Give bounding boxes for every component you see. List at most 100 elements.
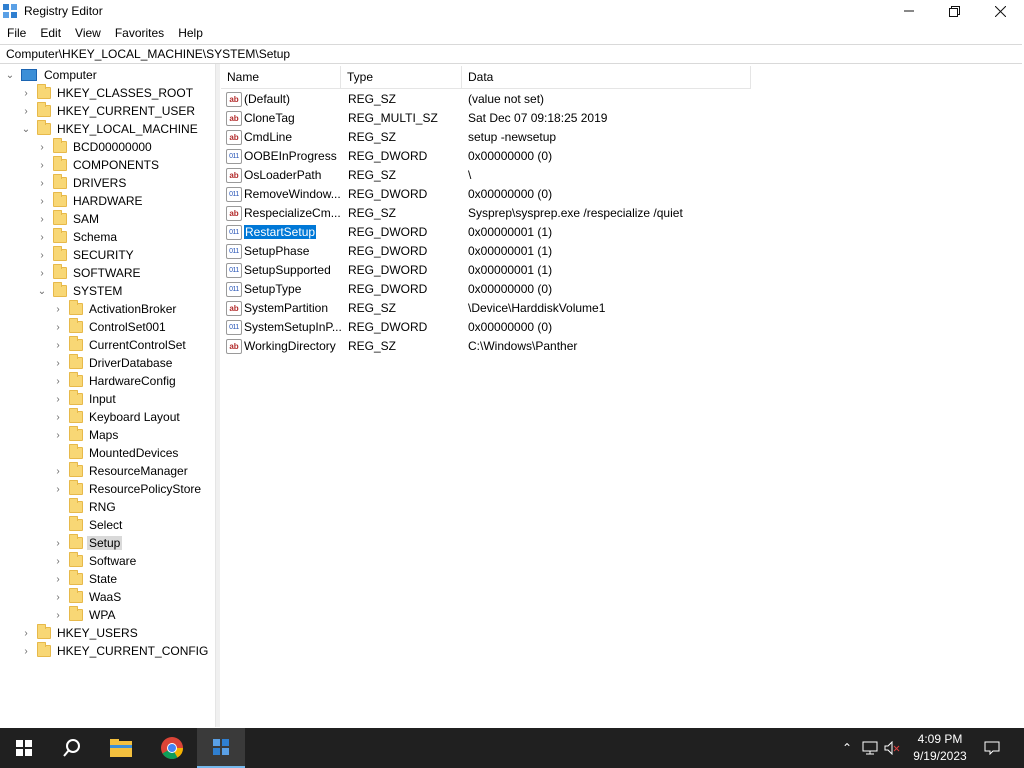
show-hidden-icons-button[interactable]: ⌃: [838, 728, 856, 768]
minimize-button[interactable]: [886, 0, 932, 22]
value-row-selected[interactable]: 011 RestartSetup REG_DWORD 0x00000001 (1…: [221, 223, 781, 242]
tree-item-setup[interactable]: › Setup: [53, 534, 123, 552]
menu-favorites[interactable]: Favorites: [108, 23, 171, 43]
pane-splitter[interactable]: [216, 64, 220, 727]
column-header-name[interactable]: Name: [221, 66, 341, 88]
value-row[interactable]: ab WorkingDirectory REG_SZ C:\Windows\Pa…: [221, 337, 781, 356]
system-clock[interactable]: 4:09 PM 9/19/2023: [900, 731, 980, 765]
tree-item-hkcr[interactable]: › HKEY_CLASSES_ROOT: [21, 84, 195, 102]
column-header-data[interactable]: Data: [462, 66, 751, 88]
tree-item-keyboard-layout[interactable]: › Keyboard Layout: [53, 408, 182, 426]
chevron-right-icon[interactable]: ›: [53, 610, 63, 621]
tree-item-activationbroker[interactable]: › ActivationBroker: [53, 300, 178, 318]
chevron-right-icon[interactable]: ›: [53, 466, 63, 477]
chevron-right-icon[interactable]: ›: [53, 376, 63, 387]
action-center-button[interactable]: [980, 728, 1004, 768]
chevron-right-icon[interactable]: ›: [37, 178, 47, 189]
menu-help[interactable]: Help: [171, 23, 210, 43]
tree-item-hardwareconfig[interactable]: › HardwareConfig: [53, 372, 178, 390]
tree-item-bcd[interactable]: › BCD00000000: [37, 138, 154, 156]
value-row[interactable]: 011 SetupPhase REG_DWORD 0x00000001 (1): [221, 242, 781, 261]
tree-item-resourcepolicystore[interactable]: › ResourcePolicyStore: [53, 480, 203, 498]
chevron-right-icon[interactable]: ›: [53, 574, 63, 585]
chevron-right-icon[interactable]: ›: [53, 484, 63, 495]
restore-button[interactable]: [931, 0, 977, 22]
tree-item-rng[interactable]: RNG: [53, 498, 118, 516]
tree-item-hklm[interactable]: ⌄ HKEY_LOCAL_MACHINE: [21, 120, 200, 138]
value-row[interactable]: 011 SetupSupported REG_DWORD 0x00000001 …: [221, 261, 781, 280]
tree-item-controlset001[interactable]: › ControlSet001: [53, 318, 168, 336]
tree-item-drivers[interactable]: › DRIVERS: [37, 174, 128, 192]
chevron-right-icon[interactable]: ›: [37, 196, 47, 207]
value-row[interactable]: 011 OOBEInProgress REG_DWORD 0x00000000 …: [221, 147, 781, 166]
chrome-button[interactable]: [148, 728, 196, 768]
chevron-right-icon[interactable]: ›: [53, 556, 63, 567]
tree-item-state[interactable]: › State: [53, 570, 119, 588]
start-button[interactable]: [0, 728, 48, 768]
registry-editor-taskbar-button[interactable]: [197, 728, 245, 768]
tree-item-security[interactable]: › SECURITY: [37, 246, 136, 264]
chevron-right-icon[interactable]: ›: [53, 592, 63, 603]
address-bar[interactable]: Computer\HKEY_LOCAL_MACHINE\SYSTEM\Setup: [0, 44, 1022, 64]
tree-item-currentcontrolset[interactable]: › CurrentControlSet: [53, 336, 188, 354]
chevron-down-icon[interactable]: ⌄: [21, 124, 31, 135]
tree-item-hardware[interactable]: › HARDWARE: [37, 192, 145, 210]
chevron-down-icon[interactable]: ⌄: [5, 70, 15, 81]
address-path[interactable]: Computer\HKEY_LOCAL_MACHINE\SYSTEM\Setup: [6, 47, 290, 61]
chevron-right-icon[interactable]: ›: [21, 106, 31, 117]
chevron-right-icon[interactable]: ›: [37, 250, 47, 261]
chevron-right-icon[interactable]: ›: [53, 538, 63, 549]
tree-item-maps[interactable]: › Maps: [53, 426, 120, 444]
chevron-right-icon[interactable]: ›: [37, 232, 47, 243]
value-row[interactable]: 011 RemoveWindow... REG_DWORD 0x00000000…: [221, 185, 781, 204]
chevron-right-icon[interactable]: ›: [53, 322, 63, 333]
tree-item-hkcc[interactable]: › HKEY_CURRENT_CONFIG: [21, 642, 210, 660]
values-list[interactable]: Name Type Data ab (Default) REG_SZ (valu…: [221, 64, 1024, 727]
tree-item-hku[interactable]: › HKEY_USERS: [21, 624, 140, 642]
value-row[interactable]: ab (Default) REG_SZ (value not set): [221, 90, 781, 109]
chevron-right-icon[interactable]: ›: [21, 646, 31, 657]
menu-file[interactable]: File: [0, 23, 33, 43]
chevron-right-icon[interactable]: ›: [53, 394, 63, 405]
menu-edit[interactable]: Edit: [33, 23, 68, 43]
value-row[interactable]: ab OsLoaderPath REG_SZ \: [221, 166, 781, 185]
tree-item-computer[interactable]: ⌄ Computer: [5, 66, 99, 84]
tree-item-software[interactable]: › SOFTWARE: [37, 264, 143, 282]
value-row[interactable]: ab CmdLine REG_SZ setup -newsetup: [221, 128, 781, 147]
close-button[interactable]: [977, 0, 1023, 22]
value-row[interactable]: ab SystemPartition REG_SZ \Device\Harddi…: [221, 299, 781, 318]
chevron-down-icon[interactable]: ⌄: [37, 286, 47, 297]
value-row[interactable]: ab RespecializeCm... REG_SZ Sysprep\sysp…: [221, 204, 781, 223]
value-row[interactable]: ab CloneTag REG_MULTI_SZ Sat Dec 07 09:1…: [221, 109, 781, 128]
chevron-right-icon[interactable]: ›: [21, 628, 31, 639]
chevron-right-icon[interactable]: ›: [37, 142, 47, 153]
tree-item-driverdatabase[interactable]: › DriverDatabase: [53, 354, 174, 372]
tree-item-components[interactable]: › COMPONENTS: [37, 156, 161, 174]
column-header-type[interactable]: Type: [341, 66, 462, 88]
chevron-right-icon[interactable]: ›: [53, 412, 63, 423]
chevron-right-icon[interactable]: ›: [53, 358, 63, 369]
chevron-right-icon[interactable]: ›: [37, 214, 47, 225]
tree-item-select[interactable]: Select: [53, 516, 124, 534]
chevron-right-icon[interactable]: ›: [53, 430, 63, 441]
tree-item-input[interactable]: › Input: [53, 390, 118, 408]
volume-button[interactable]: [882, 728, 902, 768]
value-row[interactable]: 011 SystemSetupInP... REG_DWORD 0x000000…: [221, 318, 781, 337]
chevron-right-icon[interactable]: ›: [21, 88, 31, 99]
tree-item-sam[interactable]: › SAM: [37, 210, 101, 228]
search-button[interactable]: [48, 728, 96, 768]
chevron-right-icon[interactable]: ›: [53, 304, 63, 315]
chevron-right-icon[interactable]: ›: [37, 160, 47, 171]
tree-item-system[interactable]: ⌄ SYSTEM: [37, 282, 124, 300]
chevron-right-icon[interactable]: ›: [37, 268, 47, 279]
value-row[interactable]: 011 SetupType REG_DWORD 0x00000000 (0): [221, 280, 781, 299]
tree-item-hkcu[interactable]: › HKEY_CURRENT_USER: [21, 102, 197, 120]
tree-item-resourcemanager[interactable]: › ResourceManager: [53, 462, 190, 480]
chevron-right-icon[interactable]: ›: [53, 340, 63, 351]
tree-item-waas[interactable]: › WaaS: [53, 588, 123, 606]
tree-item-software-sub[interactable]: › Software: [53, 552, 138, 570]
key-tree[interactable]: ⌄ Computer › HKEY_CLASSES_ROOT › HKEY_CU…: [0, 64, 216, 727]
tree-item-schema[interactable]: › Schema: [37, 228, 119, 246]
menu-view[interactable]: View: [68, 23, 108, 43]
network-button[interactable]: [860, 728, 880, 768]
